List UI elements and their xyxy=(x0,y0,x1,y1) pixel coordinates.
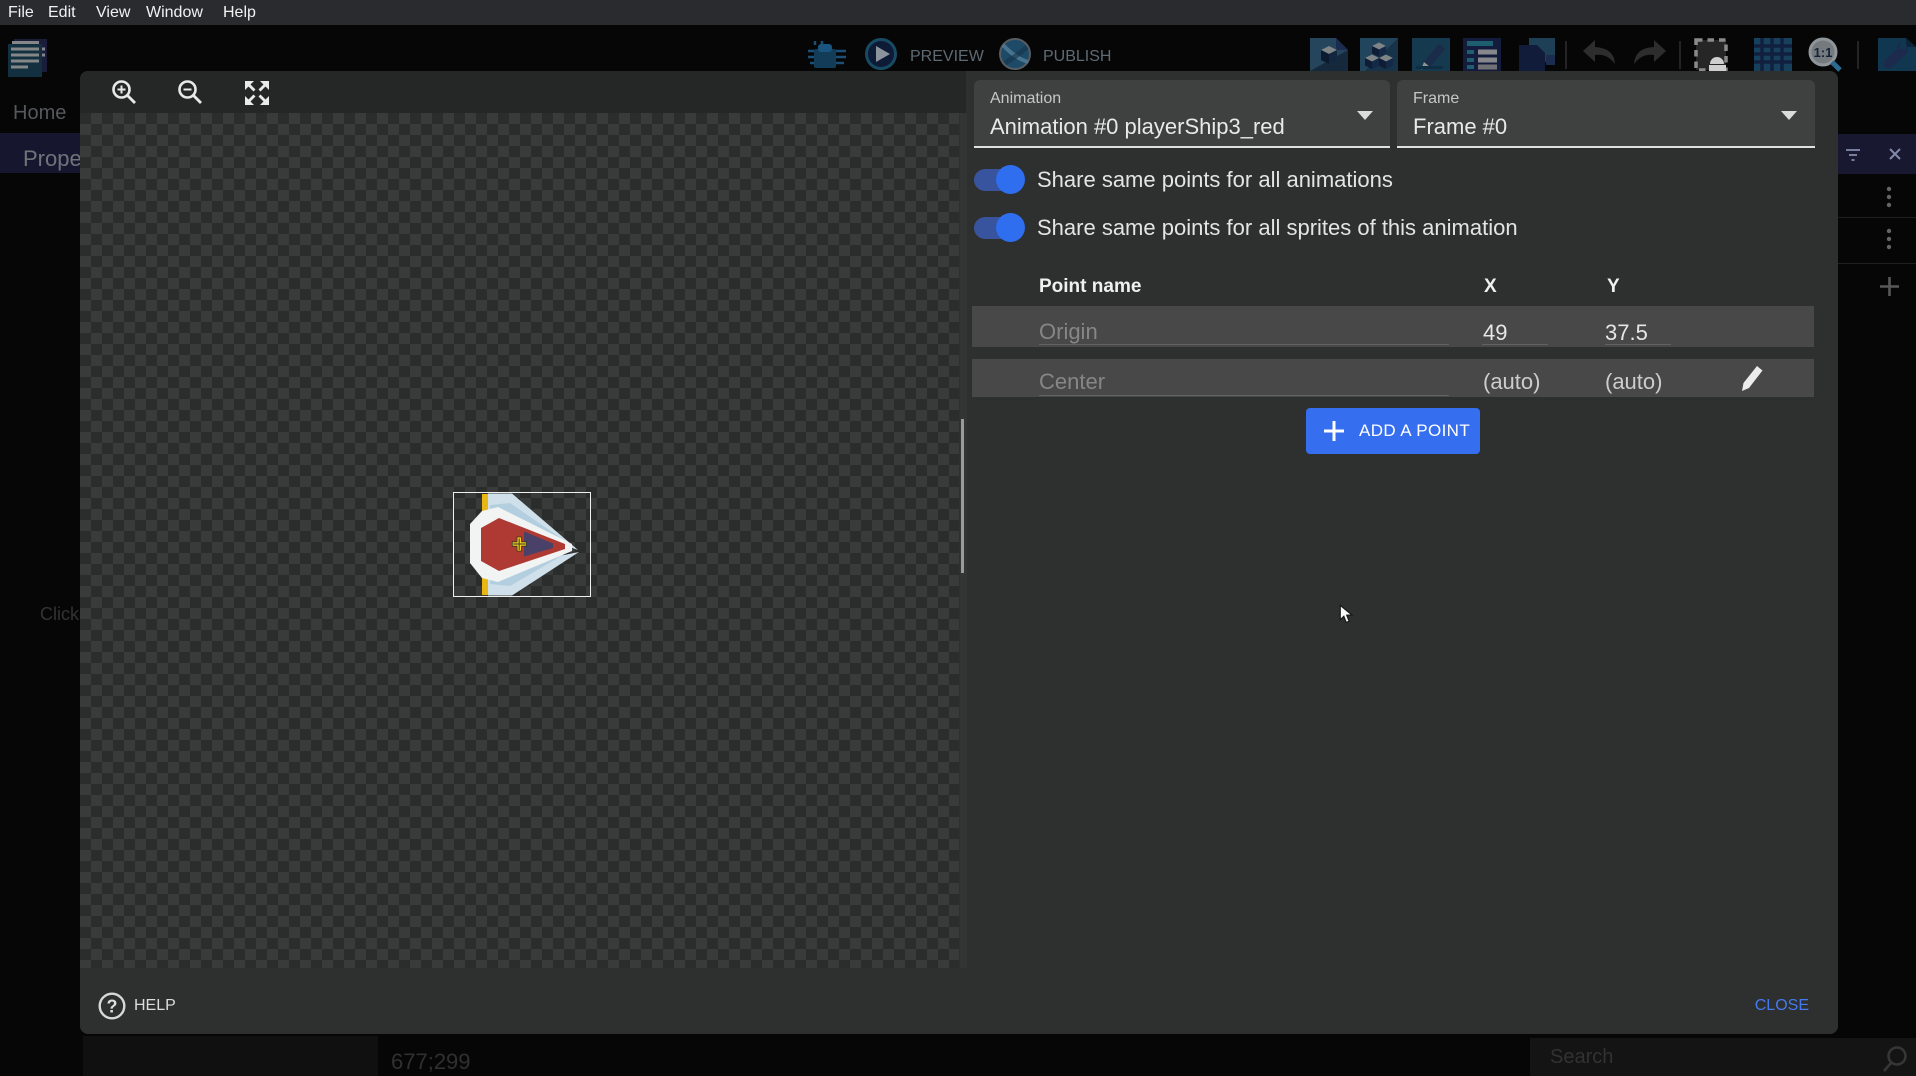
svg-text:1:1: 1:1 xyxy=(1814,45,1833,60)
svg-text:?: ? xyxy=(107,997,118,1017)
